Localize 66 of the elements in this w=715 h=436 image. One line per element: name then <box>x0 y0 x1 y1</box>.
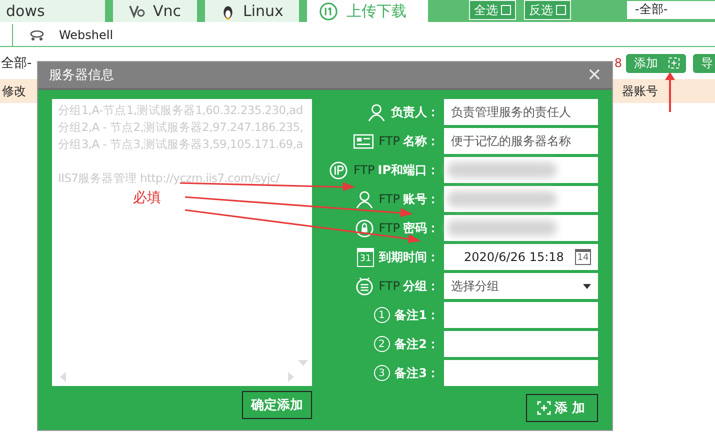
add-button[interactable]: 添加 <box>626 54 686 72</box>
field-label: 备注3： <box>394 364 439 382</box>
field-label: 分组： <box>403 278 439 294</box>
ip-icon <box>329 160 348 180</box>
tab[interactable]: Linux <box>205 0 300 22</box>
calendar-icon: 31 <box>357 248 374 266</box>
group-select[interactable]: 选择分组 <box>444 273 598 299</box>
scroll-left-icon <box>60 372 66 382</box>
lock-icon <box>354 218 374 238</box>
field-label: 到期时间： <box>379 248 439 266</box>
input-field[interactable]: 负责管理服务的责任人 <box>444 99 598 125</box>
number-icon: 2 <box>374 336 390 352</box>
scroll-down-icon <box>298 360 308 366</box>
count-text: 8 <box>614 56 622 70</box>
field-label-prefix: FTP <box>378 134 400 148</box>
field-label: IP和端口： <box>378 162 439 178</box>
group-dropdown[interactable]: -全部- <box>627 1 715 19</box>
list-icon <box>354 276 374 296</box>
input-field[interactable] <box>444 331 598 357</box>
webshell-icon <box>29 29 45 41</box>
confirm-add-button[interactable]: 确定添加 <box>242 391 312 419</box>
dropdown-caret-icon <box>583 284 591 288</box>
select-button[interactable]: 反选 <box>524 0 571 20</box>
filter-text: 全部- <box>1 55 32 72</box>
date-field[interactable]: 2020/6/26 15:18 14 <box>444 244 598 270</box>
person-icon <box>354 190 374 208</box>
tab[interactable]: dows <box>0 0 105 22</box>
field-label-prefix: FTP <box>378 221 400 235</box>
number-icon: 1 <box>374 307 390 323</box>
add-button[interactable]: 添 加 <box>526 394 598 422</box>
field-label: 备注2： <box>394 336 439 352</box>
vnc-icon <box>129 3 145 19</box>
id-card-icon <box>352 134 374 148</box>
tab-label: Webshell <box>59 28 114 42</box>
export-button[interactable]: 导 <box>693 54 715 72</box>
upload-icon <box>319 2 338 20</box>
input-field[interactable]: 便于记忆的服务器名称 <box>444 128 598 154</box>
field-label-prefix: FTP <box>378 192 400 206</box>
annotation-text: 必填 <box>133 189 161 207</box>
input-field[interactable] <box>444 157 598 183</box>
scroll-right-icon <box>288 372 294 382</box>
field-label-prefix: FTP <box>378 279 400 293</box>
add-icon <box>668 57 680 69</box>
add-icon <box>537 401 552 415</box>
select-button[interactable]: 全选 <box>469 0 516 20</box>
tab[interactable]: Vnc <box>113 0 198 22</box>
column-header: 器账号 <box>622 82 658 100</box>
arrow <box>664 72 676 112</box>
field-label: 密码： <box>403 220 439 236</box>
column-header: 修改 <box>2 82 26 100</box>
field-label: 名称： <box>403 132 439 150</box>
number-icon: 3 <box>374 365 390 381</box>
field-label: 负责人： <box>391 104 439 120</box>
tab[interactable]: 上传下载 <box>307 0 428 22</box>
calendar-icon[interactable]: 14 <box>575 249 591 265</box>
close-button[interactable]: × <box>586 66 602 84</box>
person-icon <box>367 102 386 122</box>
input-field[interactable] <box>444 360 598 386</box>
field-label: 备注1： <box>394 306 439 324</box>
field-label: 账号： <box>403 190 439 208</box>
input-field[interactable] <box>444 215 598 241</box>
tab[interactable]: Webshell <box>12 24 130 46</box>
input-field[interactable] <box>444 186 598 212</box>
input-field[interactable] <box>444 302 598 328</box>
dialog-title: 服务器信息 <box>49 67 114 84</box>
field-label-prefix: FTP <box>353 163 375 177</box>
